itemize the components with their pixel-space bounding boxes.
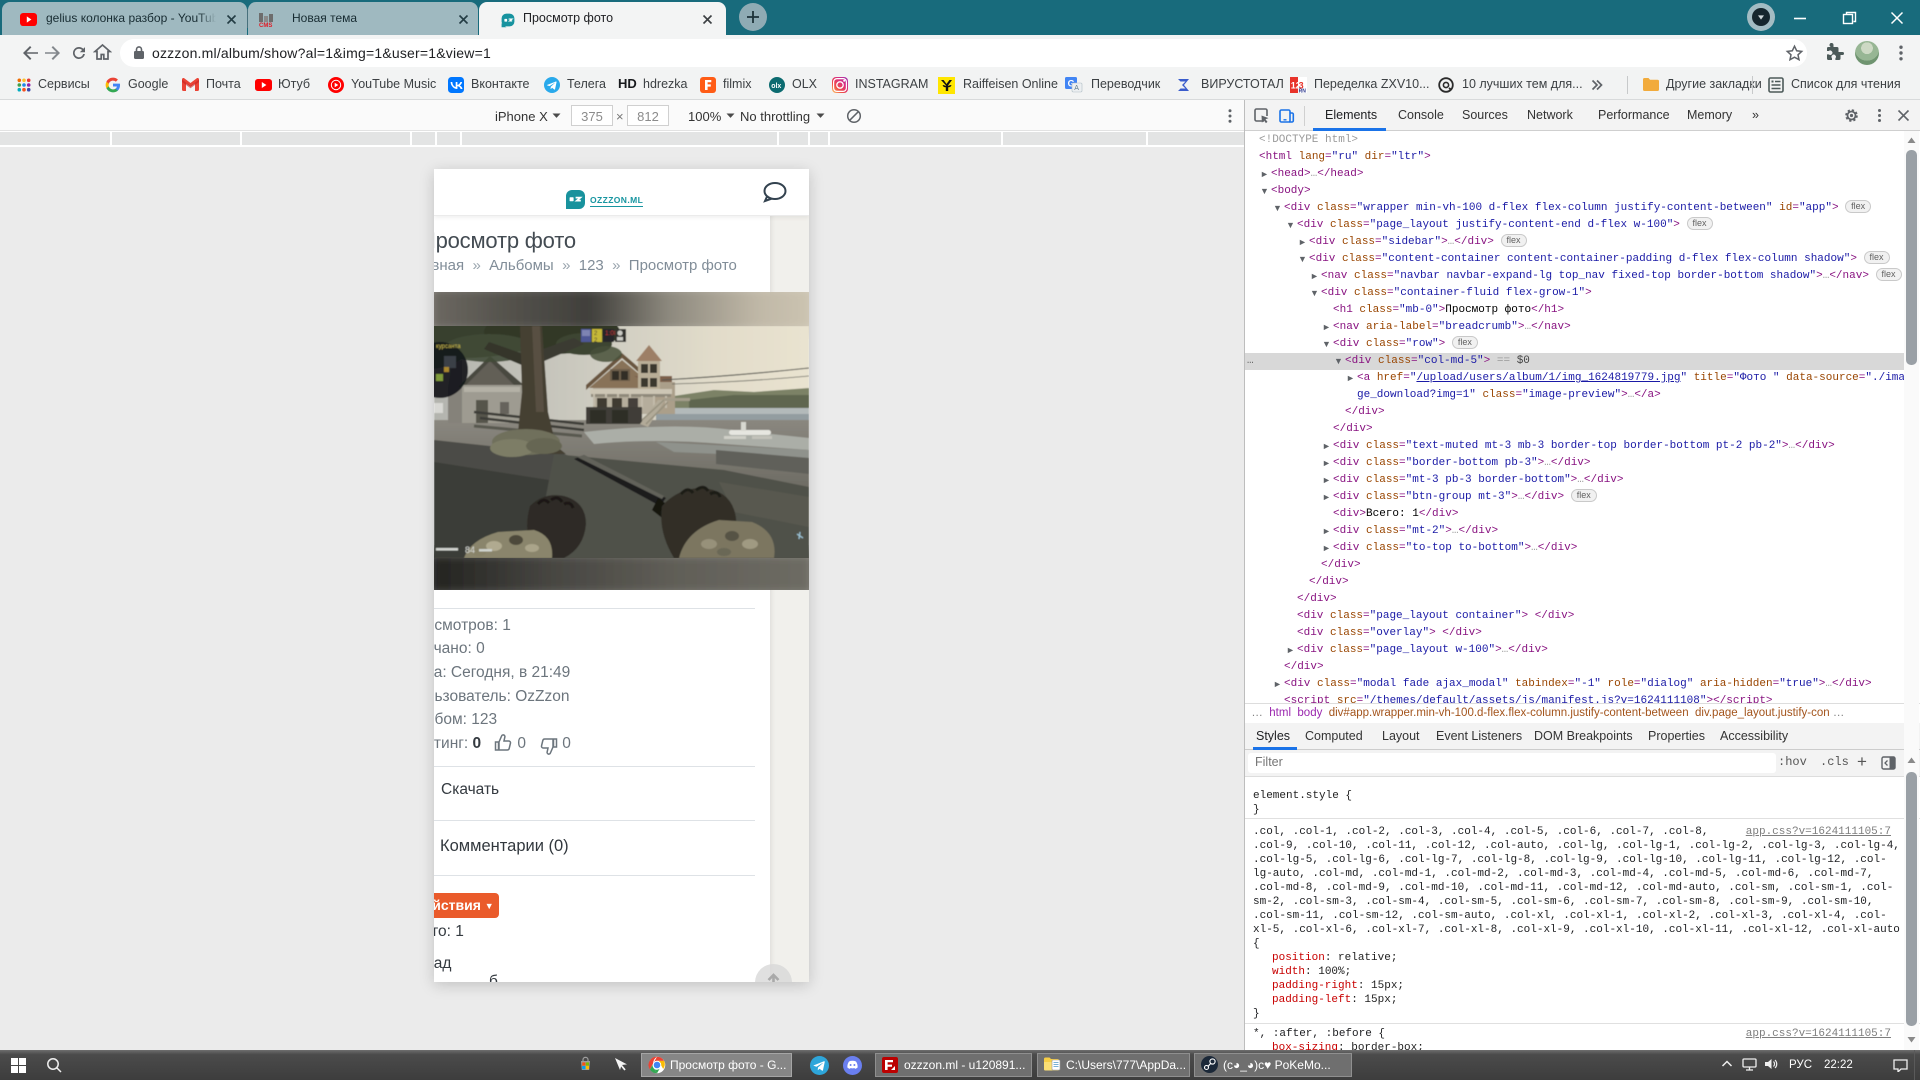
svg-text:84: 84 [465, 545, 475, 555]
svg-text:RN: RN [1299, 89, 1307, 94]
svg-text:CMS: CMS [259, 23, 272, 28]
svg-text:курсанта: курсанта [436, 344, 461, 350]
svg-text:olx: olx [771, 83, 781, 90]
svg-text:A: A [1074, 85, 1079, 92]
